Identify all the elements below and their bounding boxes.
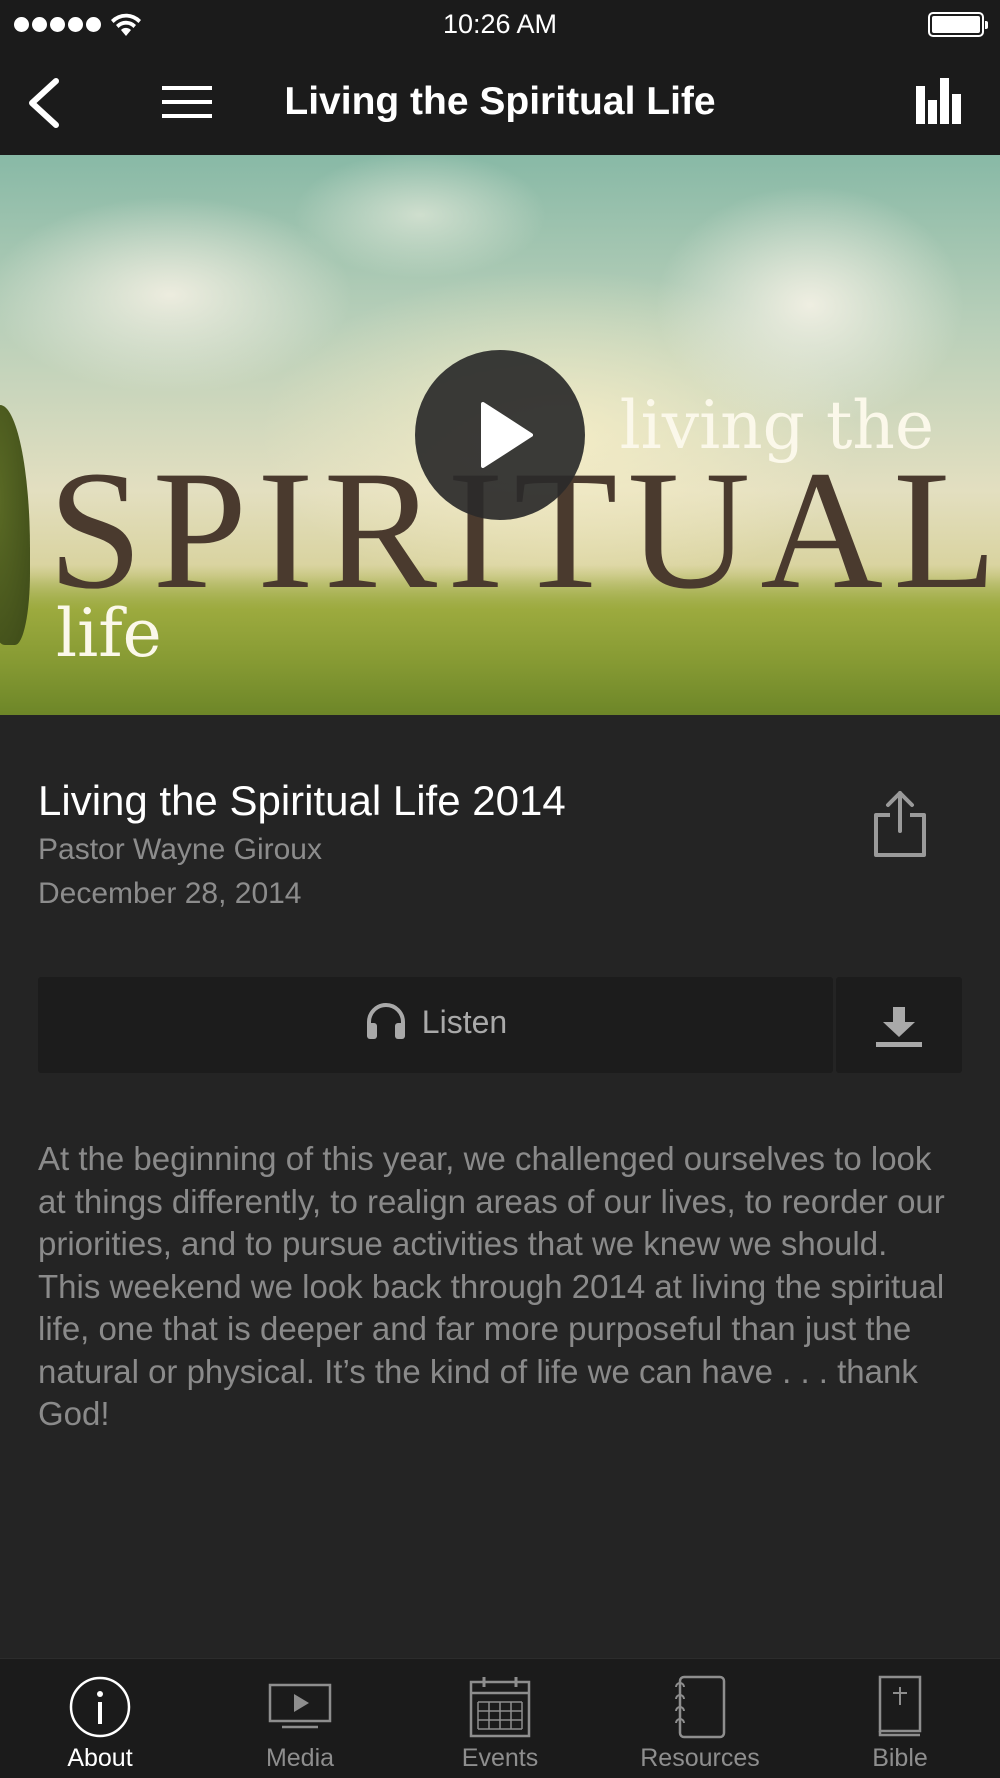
media-icon [268, 1683, 332, 1729]
battery-icon [928, 12, 988, 37]
bible-icon [878, 1675, 922, 1737]
sermon-artwork: living the SPIRITUAL life [0, 155, 1000, 715]
description-paragraph: This weekend we look back through 2014 a… [38, 1267, 945, 1433]
tab-bible[interactable]: Bible [800, 1659, 1000, 1778]
status-time: 10:26 AM [442, 9, 558, 39]
bar-chart-icon[interactable] [914, 78, 964, 124]
notebook-icon [675, 1675, 726, 1739]
tab-media[interactable]: Media [200, 1659, 400, 1778]
listen-button[interactable]: Listen [38, 977, 833, 1073]
calendar-icon [469, 1677, 531, 1738]
tab-label: Bible [872, 1744, 928, 1772]
status-bar: 10:26 AM [0, 0, 1000, 50]
tab-bar: About Media Events Resources Bible [0, 1658, 1000, 1778]
share-icon[interactable] [868, 787, 932, 859]
navigation-bar: Living the Spiritual Life [0, 50, 1000, 155]
info-icon [69, 1676, 131, 1738]
tab-resources[interactable]: Resources [600, 1659, 800, 1778]
page-title: Living the Spiritual Life [284, 80, 716, 123]
tab-about[interactable]: About [0, 1659, 200, 1778]
play-button[interactable] [415, 350, 585, 520]
download-icon [876, 1007, 922, 1047]
artwork-text-bottom: life [56, 595, 162, 672]
play-icon [481, 402, 533, 468]
sermon-title: Living the Spiritual Life 2014 [38, 777, 566, 824]
back-chevron-icon[interactable] [22, 75, 72, 131]
sermon-description: At the beginning of this year, we challe… [38, 1138, 968, 1436]
tab-events[interactable]: Events [400, 1659, 600, 1778]
tab-label: About [67, 1744, 133, 1772]
sermon-date: December 28, 2014 [38, 877, 302, 910]
tab-label: Media [265, 1744, 335, 1772]
sermon-speaker: Pastor Wayne Giroux [38, 833, 322, 866]
listen-label: Listen [421, 1004, 508, 1040]
description-paragraph: At the beginning of this year, we challe… [38, 1140, 945, 1262]
tab-label: Resources [640, 1744, 760, 1772]
sermon-details: Living the Spiritual Life 2014 Pastor Wa… [0, 715, 1000, 1658]
download-button[interactable] [836, 977, 962, 1073]
tab-label: Events [461, 1744, 539, 1772]
headphones-icon [366, 1002, 405, 1039]
